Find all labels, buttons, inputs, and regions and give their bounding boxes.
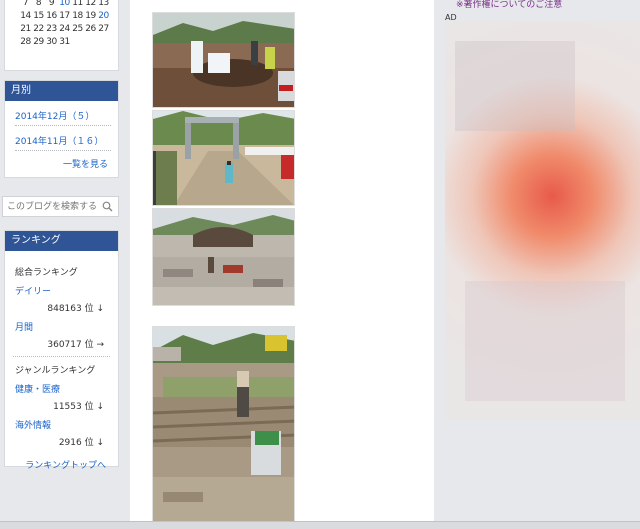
calendar-day	[71, 36, 84, 49]
calendar-week: 21 22 23 24 25 26 27	[5, 23, 118, 36]
archive-link-2014-11[interactable]: 2014年11月（１６）	[15, 134, 111, 151]
calendar-week: 28 29 30 31	[5, 36, 118, 49]
photo-cemetery-gate[interactable]	[152, 110, 295, 206]
calendar-day[interactable]: 13	[97, 0, 110, 10]
monthly-ranking-link[interactable]: 月間	[5, 320, 118, 333]
left-sidebar: 7 8 9 10 11 12 13 14 15 16 17 18 19 20 21 22 23 24 25 26 27 2…	[0, 0, 122, 529]
photo-rubble-field[interactable]	[152, 208, 295, 306]
calendar-day[interactable]: 24	[58, 23, 71, 36]
calendar-day[interactable]: 21	[19, 23, 32, 36]
photo-grave-digging[interactable]	[152, 326, 295, 524]
overall-ranking-label: 総合ランキング	[15, 268, 78, 278]
calendar-day	[84, 36, 97, 49]
ranking-divider	[13, 356, 110, 357]
calendar-week: 7 8 9 10 11 12 13	[5, 0, 118, 10]
calendar-grid: 7 8 9 10 11 12 13 14 15 16 17 18 19 20 21 22 23 24 25 26 27 2…	[5, 0, 118, 49]
calendar-day[interactable]: 20	[97, 10, 110, 23]
monthly-archive-title: 月別	[5, 81, 118, 101]
ranking-widget: ランキング 総合ランキング デイリー 848163 位 ↓ 月間 360717 …	[4, 230, 119, 471]
calendar-day[interactable]: 26	[84, 23, 97, 36]
calendar-day[interactable]: 11	[71, 0, 84, 10]
calendar-day	[97, 36, 110, 49]
genre-ranking-label: ジャンルランキング	[15, 366, 96, 376]
health-ranking-value: 11553 位 ↓	[53, 402, 104, 412]
calendar-day[interactable]: 25	[71, 23, 84, 36]
monthly-ranking-value: 360717 位 →	[47, 340, 104, 350]
monthly-archive-widget: 月別 2014年12月（５） 2014年11月（１６） 一覧を見る	[4, 80, 119, 178]
calendar-day[interactable]: 9	[45, 0, 58, 10]
daily-ranking-value: 848163 位 ↓	[47, 304, 104, 314]
overseas-ranking-link[interactable]: 海外情報	[5, 418, 118, 431]
bottom-scroll-bar[interactable]	[0, 521, 640, 529]
calendar-day[interactable]: 7	[19, 0, 32, 10]
daily-ranking-link[interactable]: デイリー	[5, 284, 118, 297]
calendar-day[interactable]: 27	[97, 23, 110, 36]
calendar-day[interactable]: 12	[84, 0, 97, 10]
calendar-day[interactable]: 17	[58, 10, 71, 23]
ranking-top-link[interactable]: ランキングトップへ	[5, 458, 118, 471]
article-content	[130, 0, 434, 529]
ranking-title: ランキング	[5, 231, 118, 251]
calendar-day[interactable]: 8	[32, 0, 45, 10]
right-column: ※著作権についてのご注意 AD	[442, 0, 640, 529]
archive-link-2014-12[interactable]: 2014年12月（５）	[15, 109, 111, 126]
blog-search-box	[2, 196, 119, 217]
advertisement-image[interactable]	[445, 21, 640, 419]
photo-burial-team[interactable]	[152, 12, 295, 108]
calendar-day[interactable]: 19	[84, 10, 97, 23]
calendar-day[interactable]: 14	[19, 10, 32, 23]
health-ranking-link[interactable]: 健康・医療	[5, 382, 118, 395]
calendar-day[interactable]: 23	[45, 23, 58, 36]
calendar-week: 14 15 16 17 18 19 20	[5, 10, 118, 23]
calendar-day[interactable]: 10	[58, 0, 71, 10]
blog-search-input[interactable]	[3, 197, 99, 216]
ad-blur-region	[455, 41, 575, 131]
calendar-day[interactable]: 16	[45, 10, 58, 23]
calendar-day[interactable]: 29	[32, 36, 45, 49]
calendar-day[interactable]: 15	[32, 10, 45, 23]
archive-more-link[interactable]: 一覧を見る	[63, 157, 108, 170]
calendar-day[interactable]: 18	[71, 10, 84, 23]
overseas-ranking-value: 2916 位 ↓	[58, 438, 104, 448]
calendar-day[interactable]: 31	[58, 36, 71, 49]
ad-blur-region	[465, 281, 625, 401]
calendar-widget: 7 8 9 10 11 12 13 14 15 16 17 18 19 20 21 22 23 24 25 26 27 2…	[4, 0, 119, 71]
calendar-day[interactable]: 22	[32, 23, 45, 36]
calendar-day[interactable]: 28	[19, 36, 32, 49]
search-icon[interactable]	[102, 201, 113, 215]
copyright-notice-link[interactable]: ※著作権についてのご注意	[456, 0, 562, 10]
calendar-day[interactable]: 30	[45, 36, 58, 49]
